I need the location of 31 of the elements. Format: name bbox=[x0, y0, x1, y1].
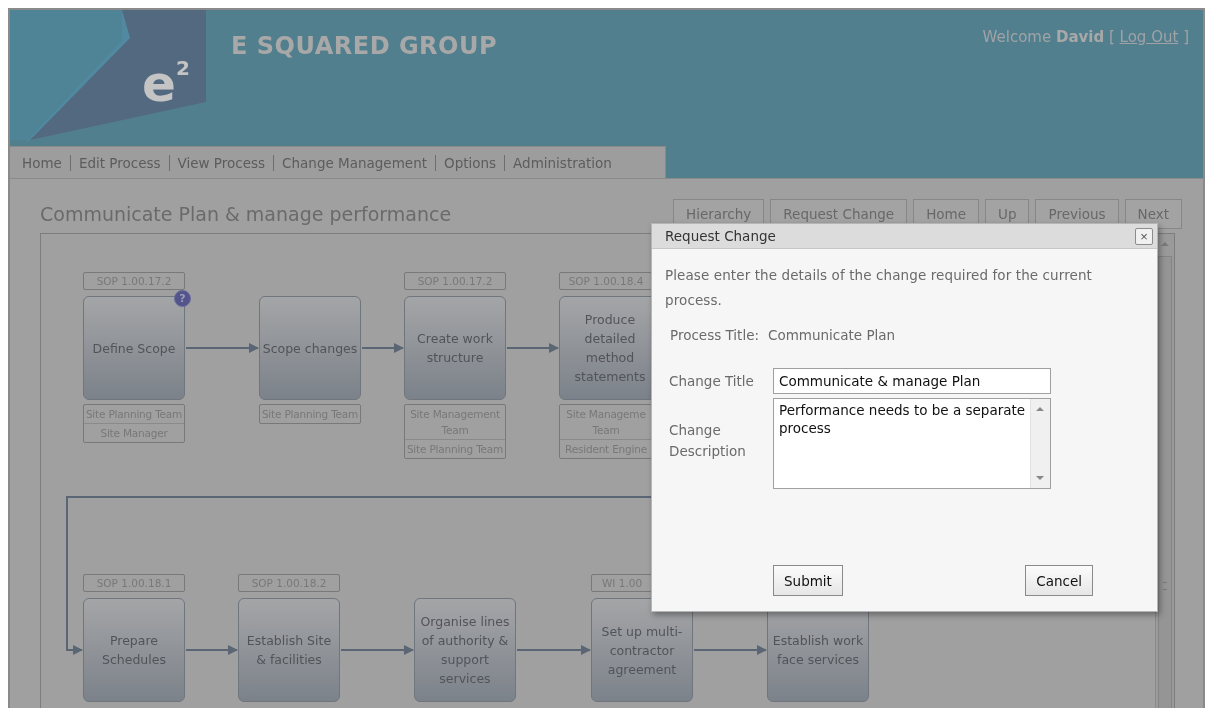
nav-link[interactable]: Administration bbox=[513, 154, 612, 171]
instruction-text: Please enter the details of the change required for the current process. bbox=[665, 266, 1093, 310]
field-label: Change Title bbox=[669, 372, 755, 391]
process-node[interactable]: Establish Site & facilities bbox=[238, 598, 340, 702]
bracket-text: ] bbox=[1183, 28, 1189, 46]
close-button[interactable]: × bbox=[1135, 227, 1153, 245]
process-node[interactable]: Create work structure bbox=[404, 296, 506, 400]
nav-link[interactable]: Edit Process bbox=[78, 154, 161, 171]
company-name: E SQUARED GROUP bbox=[231, 32, 498, 60]
cancel-button[interactable]: Cancel bbox=[1025, 565, 1093, 596]
connector-arrow bbox=[506, 343, 559, 353]
connector-arrow bbox=[361, 343, 404, 353]
process-node[interactable]: Set up multi-contractor agreement bbox=[591, 598, 693, 702]
process-node[interactable]: Scope changes bbox=[259, 296, 361, 400]
description-field[interactable]: Performance needs to be a separate process bbox=[773, 398, 1051, 489]
process-title-value: Communicate Plan bbox=[768, 326, 896, 345]
nav-link[interactable]: Home bbox=[22, 154, 62, 171]
help-icon[interactable]: ? bbox=[174, 290, 191, 307]
process-node[interactable]: Prepare Schedules bbox=[83, 598, 185, 702]
logout-link[interactable]: Log Out bbox=[1119, 28, 1179, 46]
nav-link[interactable]: Change Management bbox=[282, 154, 427, 171]
welcome-text: Welcome David [ bbox=[982, 28, 1115, 46]
field-label: Change Description bbox=[669, 421, 747, 461]
change-title-field[interactable]: Communicate & manage Plan bbox=[773, 368, 1051, 394]
field-label: Process Title: bbox=[670, 326, 759, 345]
nav-link[interactable]: View Process bbox=[177, 154, 266, 171]
nav-link[interactable]: Options bbox=[444, 154, 497, 171]
submit-button[interactable]: Submit bbox=[773, 565, 843, 596]
dialog-title: Request Change bbox=[665, 228, 776, 244]
logo: e$^{2}$ bbox=[142, 54, 190, 114]
process-node[interactable]: Organise lines of authority & support services bbox=[414, 598, 516, 702]
